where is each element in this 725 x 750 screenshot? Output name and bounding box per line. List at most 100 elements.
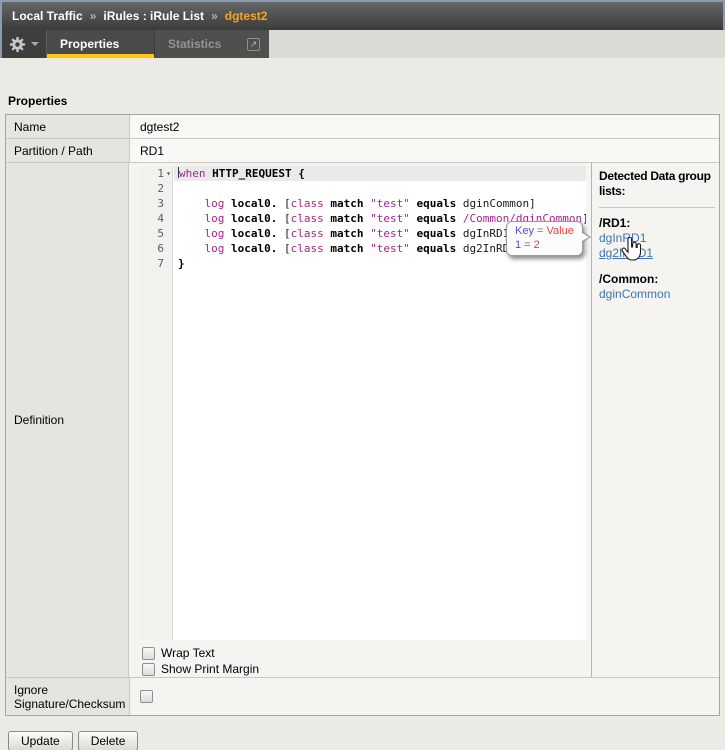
page: Local Traffic»iRules : iRule List»dgtest… xyxy=(0,0,725,750)
line-number-text: 7 xyxy=(157,256,164,271)
code-token: equals xyxy=(416,212,456,225)
line-number-text: 6 xyxy=(157,241,164,256)
code-token: class xyxy=(291,242,324,255)
breadcrumb: Local Traffic»iRules : iRule List»dgtest… xyxy=(0,0,725,30)
code-line-text[interactable] xyxy=(174,181,586,196)
code-token: when xyxy=(179,167,206,180)
line-number: 1▾ xyxy=(139,166,174,181)
tab-statistics-label: Statistics xyxy=(168,37,221,51)
line-number-text: 1 xyxy=(157,166,164,181)
tooltip-tail-fill xyxy=(582,233,589,241)
code-token: match xyxy=(330,227,363,240)
code-token xyxy=(178,197,205,210)
checkbox-label: Show Print Margin xyxy=(161,662,259,676)
code-token: equals xyxy=(416,242,456,255)
code-token: local0. xyxy=(231,197,277,210)
code-token: equals xyxy=(416,197,456,210)
line-number: 7 xyxy=(139,256,174,271)
line-number-text: 5 xyxy=(157,226,164,241)
code-token: local0. xyxy=(231,227,277,240)
code-token: [ xyxy=(277,242,290,255)
active-tab-indicator xyxy=(47,54,154,58)
code-token: "test" xyxy=(370,197,410,210)
tab-bar-filler xyxy=(269,30,725,58)
line-number: 2 xyxy=(139,181,174,196)
ignore-signature-value xyxy=(130,678,719,715)
ignore-signature-checkbox[interactable] xyxy=(140,690,153,703)
tooltip-text: Key xyxy=(515,225,534,237)
partition-label: /RD1: xyxy=(599,215,715,231)
editor-option: Show Print Margin xyxy=(142,661,586,677)
chevron-down-icon xyxy=(31,42,39,46)
code-line-text[interactable]: when HTTP_REQUEST { xyxy=(174,166,586,181)
breadcrumb-separator: » xyxy=(211,9,218,23)
definition-label: Definition xyxy=(6,163,129,677)
key-value-tooltip: Key = Value1 = 2 xyxy=(506,221,583,256)
code-token: "test" xyxy=(370,242,410,255)
tab-statistics[interactable]: Statistics ↗ xyxy=(154,30,269,58)
table-row-name: Name dgtest2 xyxy=(6,115,719,139)
code-token: log xyxy=(205,242,225,255)
code-token: match xyxy=(330,197,363,210)
code-token: equals xyxy=(416,227,456,240)
delete-button[interactable]: Delete xyxy=(78,731,139,750)
code-token xyxy=(224,212,231,225)
code-token: log xyxy=(205,197,225,210)
line-number: 5 xyxy=(139,226,174,241)
section-title: Properties xyxy=(8,94,725,108)
datagroup-link[interactable]: dgInRD1 xyxy=(599,231,715,246)
line-number-text: 2 xyxy=(157,181,164,196)
wrap-text-checkbox[interactable] xyxy=(142,647,155,660)
tab-bar: Properties Statistics ↗ xyxy=(0,30,725,58)
tooltip-row: 1 = 2 xyxy=(515,238,574,252)
code-token: local0. xyxy=(231,242,277,255)
code-line-text[interactable]: } xyxy=(174,256,586,271)
code-token: { xyxy=(298,167,305,180)
code-token: "test" xyxy=(370,227,410,240)
line-number: 6 xyxy=(139,241,174,256)
ignore-signature-label: Ignore Signature/Checksum xyxy=(6,678,130,715)
tab-properties-label: Properties xyxy=(60,37,119,51)
checkbox-label: Wrap Text xyxy=(161,646,215,660)
code-token xyxy=(224,242,231,255)
code-token: match xyxy=(330,212,363,225)
datagroup-link[interactable]: dg2InRD1 xyxy=(599,246,715,261)
properties-table: Name dgtest2 Partition / Path RD1 Defini… xyxy=(5,114,720,716)
tooltip-text: 2 xyxy=(534,239,540,251)
editor-option: Wrap Text xyxy=(142,645,586,661)
panel-divider xyxy=(599,207,715,208)
code-token: [ xyxy=(277,227,290,240)
partition-value: RD1 xyxy=(130,139,719,162)
settings-menu-button[interactable] xyxy=(2,30,47,58)
show-print-margin-checkbox[interactable] xyxy=(142,663,155,676)
code-token: ] xyxy=(582,212,586,225)
breadcrumb-separator: » xyxy=(90,9,97,23)
tab-properties[interactable]: Properties xyxy=(47,30,154,58)
hand-cursor-icon xyxy=(621,237,641,264)
fold-caret-icon[interactable]: ▾ xyxy=(164,166,173,181)
code-token: HTTP_REQUEST xyxy=(212,167,291,180)
datagroup-list: /RD1:dgInRD1dg2InRD1/Common:dginCommon xyxy=(599,215,715,302)
table-row-definition: Definition 1▾when HTTP_REQUEST {23 log l… xyxy=(6,163,719,678)
breadcrumb-item[interactable]: Local Traffic xyxy=(12,9,83,23)
code-line: 1▾when HTTP_REQUEST { xyxy=(139,166,586,181)
code-token: [ xyxy=(277,212,290,225)
datagroup-group: /RD1:dgInRD1dg2InRD1 xyxy=(599,215,715,261)
code-line: 7} xyxy=(139,256,586,271)
code-token: dginCommon] xyxy=(456,197,535,210)
table-row-partition: Partition / Path RD1 xyxy=(6,139,719,163)
code-token xyxy=(178,227,205,240)
update-button[interactable]: Update xyxy=(8,731,73,750)
name-label: Name xyxy=(6,115,130,138)
code-token xyxy=(224,197,231,210)
partition-label: Partition / Path xyxy=(6,139,130,162)
tooltip-row: Key = Value xyxy=(515,224,574,238)
code-token xyxy=(178,242,205,255)
code-token: class xyxy=(291,227,324,240)
code-token: log xyxy=(205,212,225,225)
datagroup-link[interactable]: dginCommon xyxy=(599,287,715,302)
breadcrumb-item[interactable]: iRules : iRule List xyxy=(103,9,204,23)
code-line-text[interactable]: log local0. [class match "test" equals d… xyxy=(174,196,586,211)
code-line: 2 xyxy=(139,181,586,196)
line-number-text: 3 xyxy=(157,196,164,211)
